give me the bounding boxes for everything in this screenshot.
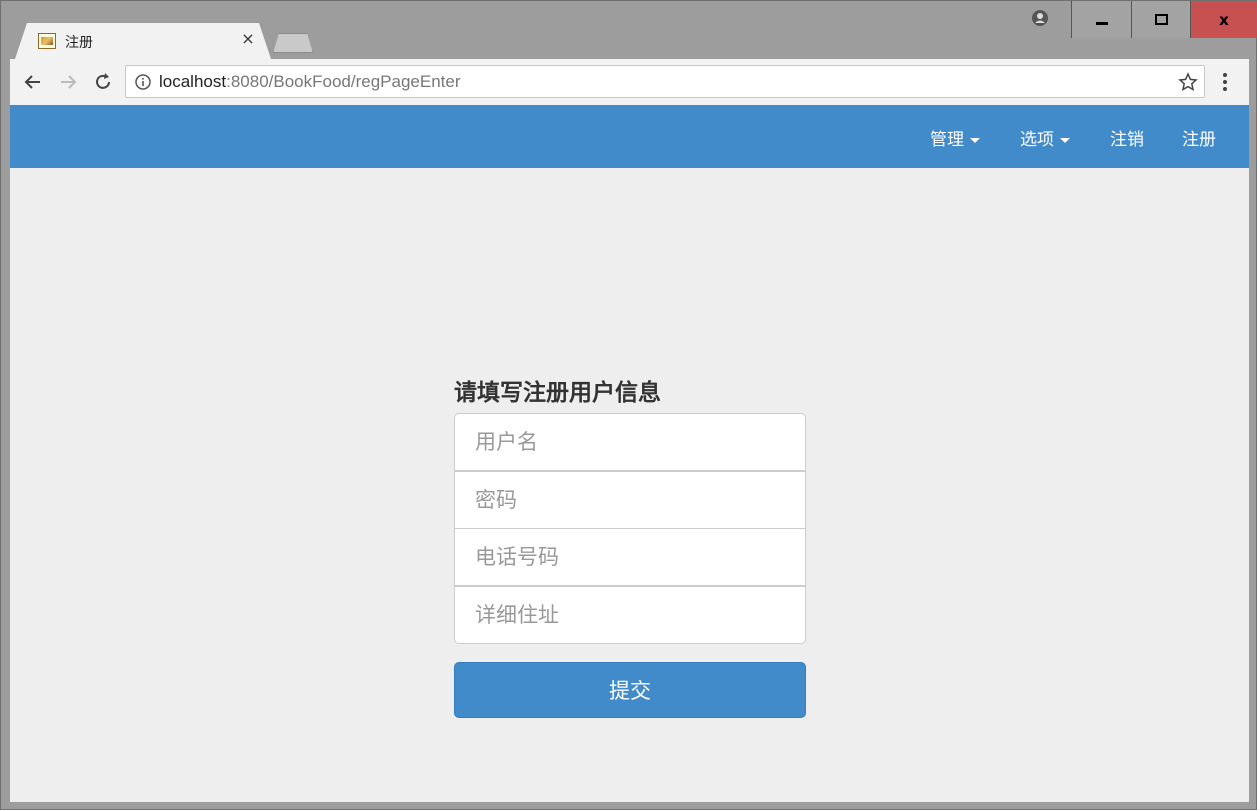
browser-window: 注册 × x localhost:8080/BookFood/regPageEn: [0, 0, 1257, 810]
browser-toolbar: localhost:8080/BookFood/regPageEnter: [10, 59, 1249, 105]
tab-title: 注册: [65, 35, 93, 51]
url-host: localhost: [159, 72, 227, 91]
forward-arrow-icon[interactable]: [56, 70, 80, 94]
reload-icon[interactable]: [91, 70, 115, 94]
star-icon[interactable]: [1178, 72, 1198, 92]
form-heading: 请填写注册用户信息: [454, 380, 661, 406]
nav-item-logout[interactable]: 注销: [1110, 125, 1144, 150]
nav-item-label: 管理: [930, 130, 964, 150]
page-viewport: 管理 选项 注销 注册 请填写注册用户信息 提交: [10, 105, 1249, 802]
address-bar[interactable]: localhost:8080/BookFood/regPageEnter: [125, 65, 1205, 98]
nav-item-options[interactable]: 选项: [1020, 125, 1070, 150]
nav-item-label: 选项: [1020, 130, 1054, 150]
profile-icon[interactable]: [1032, 10, 1048, 26]
caret-down-icon: [1060, 137, 1070, 143]
close-icon[interactable]: ×: [239, 30, 257, 48]
url-path: :8080/BookFood/regPageEnter: [226, 72, 461, 91]
nav-item-manage[interactable]: 管理: [930, 125, 980, 150]
nav-item-register[interactable]: 注册: [1182, 125, 1216, 150]
nav-item-label: 注册: [1182, 130, 1216, 150]
favicon-icon: [38, 33, 56, 49]
browser-tab[interactable]: 注册 ×: [15, 23, 271, 59]
minimize-icon[interactable]: [1071, 1, 1131, 38]
top-navbar: 管理 选项 注销 注册: [10, 105, 1249, 168]
phone-input[interactable]: [454, 528, 806, 586]
kebab-menu-icon[interactable]: [1222, 72, 1228, 92]
window-close-icon: x: [1219, 10, 1229, 29]
info-icon[interactable]: [135, 74, 151, 90]
url-text: localhost:8080/BookFood/regPageEnter: [159, 72, 461, 92]
maximize-icon[interactable]: [1131, 1, 1191, 38]
window-close-button[interactable]: x: [1190, 1, 1257, 38]
new-tab-icon[interactable]: [273, 33, 313, 53]
back-arrow-icon[interactable]: [21, 70, 45, 94]
password-input[interactable]: [454, 471, 806, 529]
submit-button[interactable]: 提交: [454, 662, 806, 718]
caret-down-icon: [970, 137, 980, 143]
nav-item-label: 注销: [1110, 130, 1144, 150]
address-input[interactable]: [454, 586, 806, 644]
username-input[interactable]: [454, 413, 806, 471]
